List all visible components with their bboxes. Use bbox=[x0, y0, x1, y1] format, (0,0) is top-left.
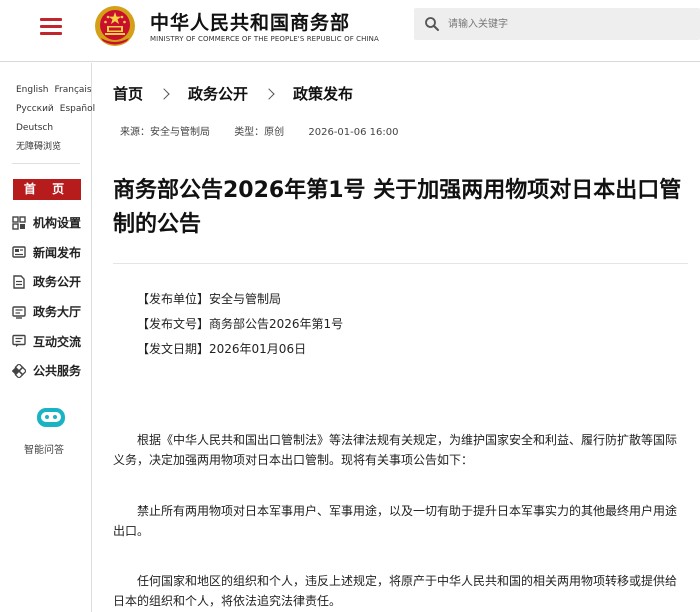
search-icon[interactable] bbox=[424, 16, 440, 32]
lang-russian[interactable]: Русский bbox=[16, 104, 54, 114]
sidebar-item-label: 政务大厅 bbox=[33, 305, 82, 320]
search-input[interactable] bbox=[448, 12, 688, 36]
chat-icon bbox=[12, 334, 26, 348]
article-type: 类型：原创 bbox=[234, 127, 285, 138]
sidebar-item-news[interactable]: 新闻发布 bbox=[12, 238, 90, 268]
nav-home-button[interactable]: 首 页 bbox=[13, 179, 81, 200]
sidebar-item-disclosure[interactable]: 政务公开 bbox=[12, 267, 90, 297]
sidebar-nav: 机构设置 新闻发布 政务公开 政务大厅 互动交流 公共服务 bbox=[12, 208, 90, 386]
main-content: 首页 政务公开 政策发布 来源：安全与管制局 类型：原创 2026-01-06 … bbox=[93, 63, 700, 612]
sidebar-item-interaction[interactable]: 互动交流 bbox=[12, 326, 90, 356]
breadcrumb-disclosure[interactable]: 政务公开 bbox=[188, 83, 248, 104]
chatbot-icon bbox=[37, 408, 65, 427]
search-bar bbox=[414, 8, 700, 40]
language-switcher: English Français Русский Español Deutsch 无… bbox=[16, 81, 95, 157]
site-title[interactable]: 中华人民共和国商务部 bbox=[150, 8, 350, 35]
grid-icon bbox=[12, 216, 26, 230]
sidebar-item-label: 互动交流 bbox=[33, 334, 82, 349]
sidebar-item-label: 政务公开 bbox=[33, 275, 82, 290]
sidebar-item-label: 公共服务 bbox=[33, 364, 82, 379]
document-number: 【发布文号】商务部公告2026年第1号 bbox=[137, 317, 344, 331]
divider bbox=[113, 263, 688, 264]
article-paragraph: 禁止所有两用物项对日本军事用户、军事用途，以及一切有助于提升日本军事实力的其他最… bbox=[113, 504, 678, 538]
article-paragraph: 根据《中华人民共和国出口管制法》等法律法规有关规定，为维护国家安全和利益、履行防… bbox=[113, 433, 678, 467]
issue-date: 【发文日期】2026年01月06日 bbox=[137, 342, 307, 356]
accessibility-link[interactable]: 无障碍浏览 bbox=[16, 142, 61, 152]
national-emblem-icon[interactable] bbox=[93, 4, 137, 48]
breadcrumb-home[interactable]: 首页 bbox=[113, 83, 143, 104]
lang-german[interactable]: Deutsch bbox=[16, 123, 53, 133]
issuing-unit: 【发布单位】安全与管制局 bbox=[137, 292, 282, 306]
article-source: 来源：安全与管制局 bbox=[120, 127, 210, 138]
newspaper-icon bbox=[12, 246, 26, 259]
sidebar-item-public-service[interactable]: 公共服务 bbox=[12, 356, 90, 386]
ai-assistant-button[interactable]: 智能问答 bbox=[23, 407, 79, 456]
chevron-right-icon bbox=[263, 87, 275, 100]
service-icon bbox=[12, 363, 26, 378]
sidebar-item-label: 机构设置 bbox=[33, 216, 82, 231]
form-icon bbox=[12, 305, 26, 319]
article-info: 【发布单位】安全与管制局 【发布文号】商务部公告2026年第1号 【发文日期】2… bbox=[137, 287, 343, 362]
article-meta: 来源：安全与管制局 类型：原创 2026-01-06 16:00 bbox=[120, 123, 403, 138]
lang-french[interactable]: Français bbox=[55, 85, 92, 95]
chevron-right-icon bbox=[158, 87, 170, 100]
sidebar-item-service-hall[interactable]: 政务大厅 bbox=[12, 297, 90, 327]
site-header: 中华人民共和国商务部 MINISTRY OF COMMERCE OF THE P… bbox=[0, 0, 700, 62]
ai-assistant-label: 智能问答 bbox=[24, 445, 64, 456]
breadcrumb: 首页 政务公开 政策发布 bbox=[113, 83, 353, 104]
article-title: 商务部公告2026年第1号 关于加强两用物项对日本出口管制的公告 bbox=[113, 178, 682, 237]
sidebar: English Français Русский Español Deutsch 无… bbox=[0, 63, 95, 612]
article-date: 2026-01-06 16:00 bbox=[308, 127, 399, 138]
article-paragraph: 任何国家和地区的组织和个人，违反上述规定，将原产于中华人民共和国的相关两用物项转… bbox=[113, 574, 678, 608]
lang-english[interactable]: English bbox=[16, 85, 49, 95]
divider bbox=[12, 163, 80, 164]
breadcrumb-policy-release[interactable]: 政策发布 bbox=[293, 83, 353, 104]
lang-spanish[interactable]: Español bbox=[60, 104, 95, 114]
sidebar-item-organization[interactable]: 机构设置 bbox=[12, 208, 90, 238]
document-icon bbox=[13, 275, 25, 289]
site-subtitle: MINISTRY OF COMMERCE OF THE PEOPLE'S REP… bbox=[150, 35, 379, 43]
sidebar-item-label: 新闻发布 bbox=[33, 245, 82, 260]
menu-icon[interactable] bbox=[38, 14, 64, 36]
